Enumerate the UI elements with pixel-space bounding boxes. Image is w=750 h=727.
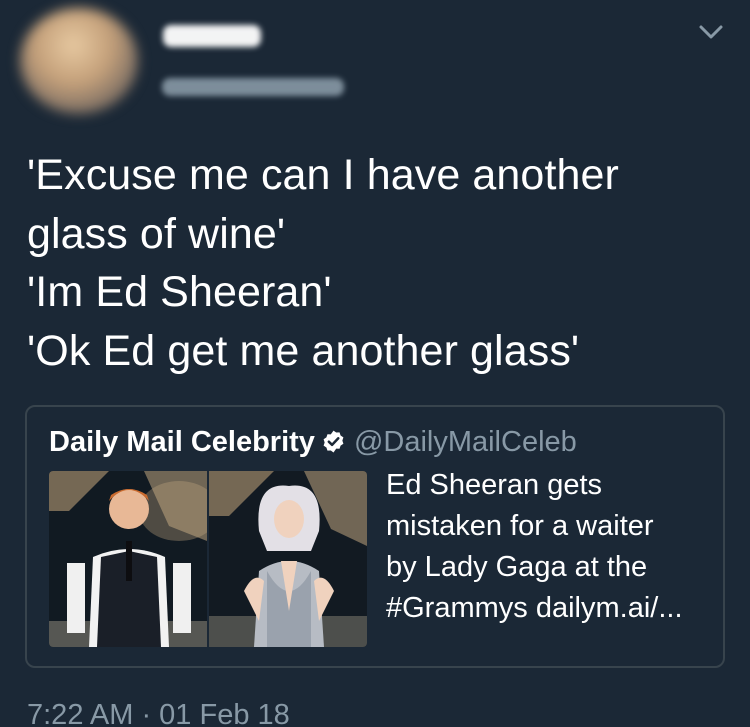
verified-badge-icon bbox=[323, 430, 344, 453]
tweet-timestamp[interactable]: 7:22 AM · 01 Feb 18 bbox=[27, 695, 290, 727]
quoted-tweet-author-name[interactable]: Daily Mail Celebrity bbox=[49, 426, 315, 458]
quoted-tweet-header: Daily Mail Celebrity @DailyMailCeleb bbox=[49, 424, 577, 460]
quoted-tweet-card[interactable]: Daily Mail Celebrity @DailyMailCeleb Ed … bbox=[25, 405, 725, 668]
quoted-tweet-text-line: mistaken for a waiter bbox=[386, 510, 654, 542]
quoted-tweet-text-line: by Lady Gaga at the bbox=[386, 551, 648, 583]
display-name-redacted[interactable] bbox=[163, 25, 261, 47]
tweet: 'Excuse me can I have another glass of w… bbox=[0, 0, 750, 727]
quoted-tweet-handle[interactable]: @DailyMailCeleb bbox=[354, 426, 577, 458]
chevron-down-icon[interactable] bbox=[698, 22, 724, 42]
quoted-tweet-text-line[interactable]: #Grammys dailym.ai/... bbox=[386, 588, 716, 629]
username-handle-redacted[interactable] bbox=[162, 78, 344, 96]
quoted-tweet-text: Ed Sheeran gets mistaken for a waiter by… bbox=[386, 465, 716, 629]
quoted-tweet-text-line: Ed Sheeran gets bbox=[386, 469, 603, 501]
tweet-text-line: 'Excuse me can I have another bbox=[27, 151, 619, 199]
quoted-tweet-photo[interactable] bbox=[49, 471, 367, 647]
tweet-text: 'Excuse me can I have another glass of w… bbox=[27, 146, 717, 380]
avatar[interactable] bbox=[20, 8, 138, 114]
tweet-text-line: glass of wine' bbox=[27, 209, 286, 258]
tweet-text-line: 'Ok Ed get me another glass' bbox=[27, 326, 580, 375]
tweet-text-line: 'Im Ed Sheeran' bbox=[27, 268, 332, 316]
